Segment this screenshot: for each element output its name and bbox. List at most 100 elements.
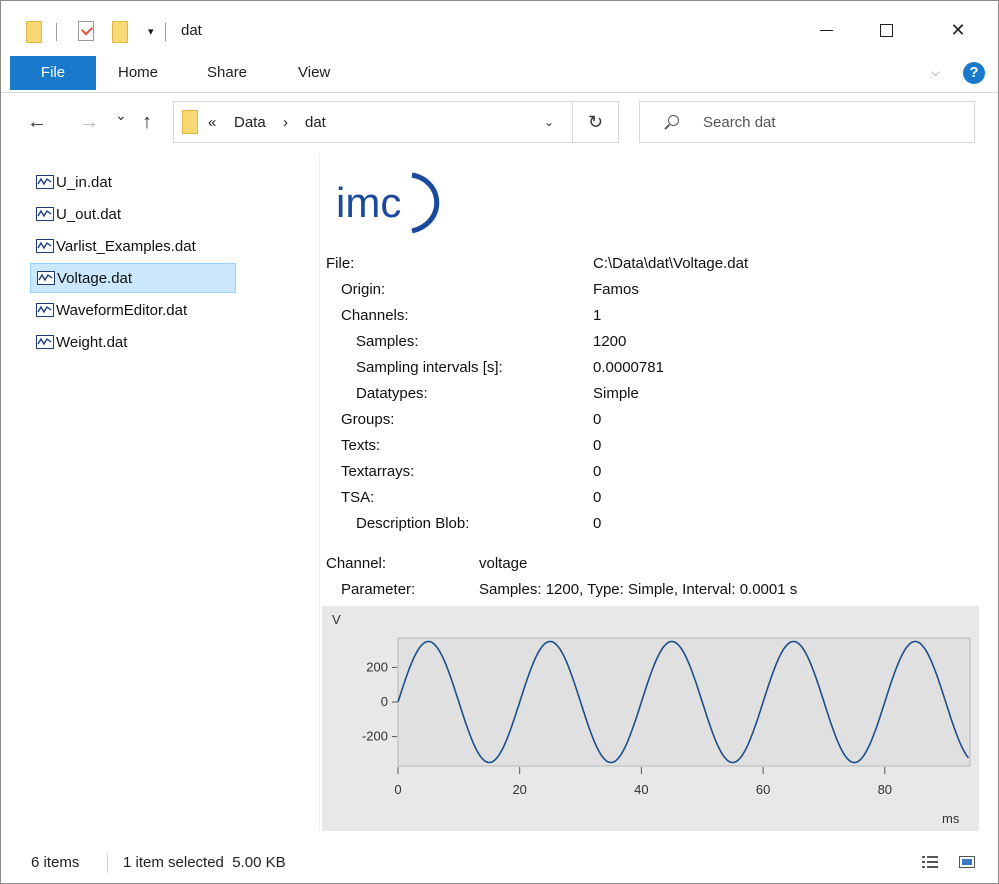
x-axis-label: ms [942,811,960,826]
x-tick-label: 60 [756,782,770,797]
list-item[interactable]: Varlist_Examples.dat [30,231,236,261]
file-name: Weight.dat [56,333,128,351]
properties-icon[interactable] [78,21,94,41]
x-tick-label: 80 [878,782,892,797]
new-folder-icon[interactable] [112,21,128,43]
search-input[interactable]: Search dat [639,101,975,143]
channel-label: Channel: [326,555,387,572]
x-tick-label: 0 [394,782,401,797]
file-name: WaveformEditor.dat [56,301,188,319]
imc-logo-arc [411,172,440,234]
waveform-chart-svg: Vms 200 0 -200 0 20 40 60 80 [332,612,971,826]
navigation-bar: ← → ⌄ ↑ « Data › dat ⌄ ↻ Search dat [1,93,998,153]
minimize-button[interactable] [811,17,841,43]
ribbon: File Home Share View ⌵ ? [1,53,998,93]
list-item[interactable]: Weight.dat [30,327,236,357]
property-value: 0 [593,411,602,428]
waveform-file-icon [36,207,54,221]
breadcrumb-separator[interactable]: › [283,114,288,131]
large-icons-view-icon[interactable] [959,855,975,869]
property-value: Simple [593,385,639,402]
search-placeholder: Search dat [703,114,776,131]
window-title: dat [181,22,202,39]
property-value: 1 [593,307,602,324]
tab-share[interactable]: Share [207,56,247,90]
file-name: U_out.dat [56,205,122,223]
y-tick-label: 0 [381,694,388,709]
imc-logo: imc [336,172,440,234]
property-label: Channels: [341,307,409,324]
breadcrumb-item-dat[interactable]: dat [305,114,326,131]
property-value: 0.0000781 [593,359,664,376]
property-label: Textarrays: [341,463,415,480]
tab-file[interactable]: File [10,56,96,90]
parameter-value: Samples: 1200, Type: Simple, Interval: 0… [479,581,798,598]
list-item[interactable]: U_in.dat [30,167,236,197]
toolbar-separator [165,23,166,41]
minimize-icon [819,29,833,31]
address-bar[interactable]: « Data › dat ⌄ [173,101,573,143]
waveform-file-icon [37,271,55,285]
maximize-button[interactable] [871,17,901,43]
folder-icon [182,110,198,134]
property-label: Description Blob: [356,515,470,532]
folder-icon[interactable] [26,21,42,43]
status-separator [107,853,108,873]
x-tick-label: 20 [512,782,526,797]
help-icon[interactable]: ? [963,62,985,84]
parameter-label: Parameter: [341,581,416,598]
back-arrow-icon[interactable]: ← [27,111,47,134]
address-dropdown-icon[interactable]: ⌄ [544,115,554,129]
maximize-icon [879,23,893,37]
file-name: Varlist_Examples.dat [56,237,196,255]
waveform-file-icon [36,239,54,253]
recent-locations-icon[interactable]: ⌄ [115,107,127,124]
forward-arrow-icon[interactable]: → [79,111,99,134]
file-list: U_in.dat U_out.dat Varlist_Examples.dat Vol… [1,153,319,843]
refresh-button[interactable]: ↻ [573,101,619,143]
property-label: Origin: [341,281,386,298]
preview-pane: imc File: C:\Data\dat\Voltage.dat Origin: F… [319,153,980,831]
property-value: 0 [593,489,602,506]
file-name: Voltage.dat [57,269,133,287]
property-label: Samples: [356,333,419,350]
property-value: 0 [593,463,602,480]
close-button[interactable]: ✕ [943,17,973,43]
property-label: Sampling intervals [s]: [356,359,503,376]
title-bar: ▾ dat ✕ [1,1,998,53]
breadcrumb-item-data[interactable]: Data [234,114,266,131]
tab-view[interactable]: View [298,56,330,90]
search-icon [668,115,679,126]
waveform-file-icon [36,175,54,189]
quick-access-dropdown-icon[interactable]: ▾ [148,25,154,38]
explorer-window: ▾ dat ✕ File Home Share View ⌵ ? ← → ⌄ ↑… [0,0,999,884]
x-tick-label: 40 [634,782,648,797]
selection-info: 1 item selected 5.00 KB [123,854,286,871]
property-value: 1200 [593,333,627,350]
property-label: Groups: [341,411,395,428]
property-label: File: [326,255,355,272]
breadcrumb-overflow[interactable]: « [208,114,216,131]
expand-ribbon-icon[interactable]: ⌵ [931,65,940,80]
property-label: Datatypes: [356,385,428,402]
status-bar: 6 items 1 item selected 5.00 KB [1,843,998,883]
property-label: Texts: [341,437,381,454]
property-label: TSA: [341,489,375,506]
list-item[interactable]: Voltage.dat [30,263,236,293]
y-tick-label: -200 [362,729,388,744]
y-tick-label: 200 [366,659,388,674]
details-view-icon[interactable] [922,855,938,869]
waveform-chart: Vms 200 0 -200 0 20 40 60 80 [322,606,979,831]
list-item[interactable]: WaveformEditor.dat [30,295,236,325]
up-arrow-icon[interactable]: ↑ [142,111,152,134]
list-item[interactable]: U_out.dat [30,199,236,229]
toolbar-separator [56,23,57,41]
property-value: 0 [593,437,602,454]
property-value: 0 [593,515,602,532]
y-axis-label: V [332,612,341,627]
waveform-file-icon [36,335,54,349]
tab-home[interactable]: Home [118,56,158,90]
property-value: C:\Data\dat\Voltage.dat [593,255,749,272]
channel-value: voltage [479,555,528,572]
property-value: Famos [593,281,639,298]
